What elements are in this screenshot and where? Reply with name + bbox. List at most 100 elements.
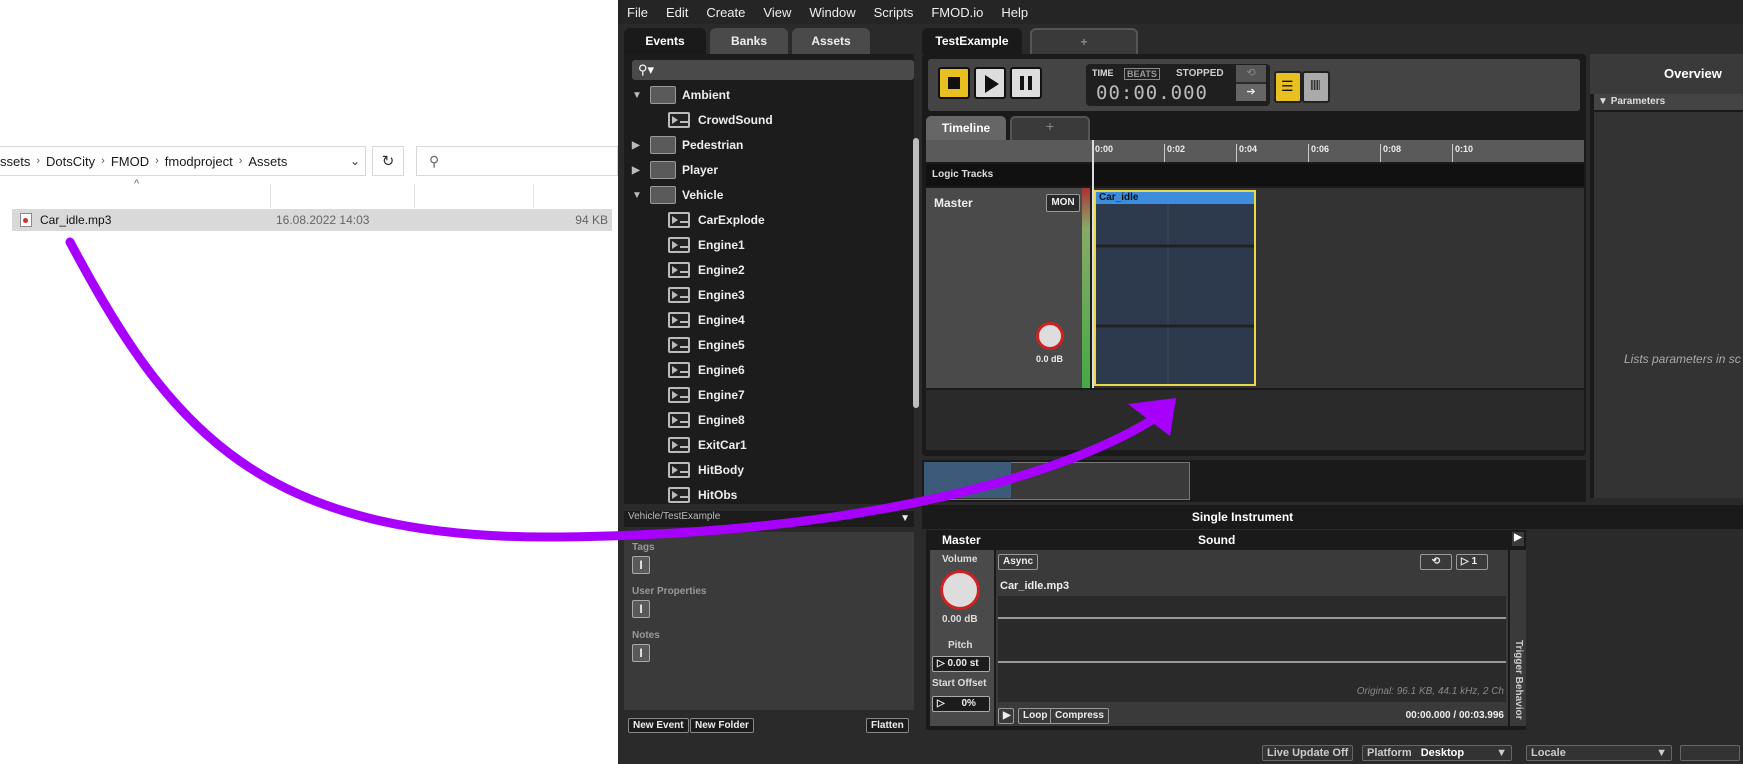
async-button[interactable]: Async	[998, 554, 1039, 570]
triangle-right-icon[interactable]: ▶	[632, 165, 642, 176]
user-properties-edit-button[interactable]: I	[632, 600, 650, 618]
tree-event[interactable]: Engine4	[624, 309, 914, 331]
preview-play-button[interactable]: ▶	[998, 708, 1014, 724]
new-tab-button[interactable]: +	[1030, 28, 1138, 54]
loop-button[interactable]: Loop	[1018, 708, 1053, 724]
tree-event[interactable]: Engine5	[624, 334, 914, 356]
new-folder-button[interactable]: New Folder	[690, 718, 754, 733]
master-track-header[interactable]: Master MON 0.0 dB	[926, 188, 1086, 388]
playhead[interactable]	[1092, 140, 1094, 388]
tree-event[interactable]: Engine3	[624, 284, 914, 306]
flatten-button[interactable]: Flatten	[866, 718, 909, 733]
triangle-right-icon[interactable]: ▶	[632, 140, 642, 151]
timeline-ruler[interactable]: 0:00 0:02 0:04 0:06 0:08 0:10	[926, 140, 1584, 162]
sort-up-icon[interactable]: ^	[134, 178, 139, 190]
tab-banks[interactable]: Banks	[710, 28, 788, 54]
timeline-minimap[interactable]	[922, 460, 1586, 502]
event-icon	[668, 387, 690, 403]
loop-playlist-button[interactable]: ⟲	[1420, 554, 1452, 570]
play-button[interactable]	[974, 67, 1006, 99]
tree-event[interactable]: Engine6	[624, 359, 914, 381]
volume-knob[interactable]	[1036, 322, 1064, 350]
time-mode-button[interactable]: TIME	[1092, 68, 1114, 78]
tree-item-label: HitBody	[698, 463, 744, 477]
tree-event[interactable]: HitObs	[624, 484, 914, 506]
breadcrumb-item[interactable]: Assets	[242, 154, 293, 169]
column-divider[interactable]	[414, 184, 415, 208]
mixer-view-button[interactable]: ⦀⦀	[1302, 71, 1330, 103]
browser-scrollbar[interactable]	[913, 138, 919, 408]
tree-folder[interactable]: ▼ Ambient	[624, 84, 914, 106]
event-icon	[668, 262, 690, 278]
parameters-section[interactable]: ▼ Parameters	[1594, 94, 1743, 110]
tab-events[interactable]: Events	[624, 28, 706, 54]
tree-event[interactable]: Engine1	[624, 234, 914, 256]
instrument-volume-knob[interactable]	[940, 570, 980, 610]
breadcrumb-item[interactable]: FMOD	[105, 154, 155, 169]
status-extra-field[interactable]	[1680, 745, 1740, 761]
new-event-button[interactable]: New Event	[628, 718, 689, 733]
expand-right-icon[interactable]: ▶	[1512, 532, 1524, 546]
tree-event[interactable]: Engine7	[624, 384, 914, 406]
pause-button[interactable]	[1010, 67, 1042, 99]
loop-button[interactable]: ⟲	[1236, 65, 1266, 82]
tree-event[interactable]: Engine2	[624, 259, 914, 281]
menu-create[interactable]: Create	[697, 5, 754, 20]
sound-waveform[interactable]: Original: 96.1 KB, 44.1 kHz, 2 Ch	[998, 596, 1506, 702]
tab-timeline[interactable]: Timeline	[926, 116, 1006, 140]
locale-select[interactable]: Locale ▼	[1526, 745, 1672, 761]
chevron-down-icon[interactable]: ⌄	[344, 146, 366, 176]
trigger-behavior-drawer[interactable]: Trigger Behavior	[1510, 550, 1526, 726]
address-bar[interactable]: ssets › DotsCity › FMOD › fmodproject › …	[0, 146, 366, 176]
logic-tracks-row: Logic Tracks	[926, 164, 1584, 186]
start-offset-field[interactable]: ▷ 0%	[932, 696, 990, 712]
status-bar: Live Update Off Platform Desktop ▼ Local…	[618, 742, 1743, 764]
tree-event[interactable]: HitBody	[624, 459, 914, 481]
breadcrumb-item[interactable]: ssets	[0, 154, 36, 169]
menu-window[interactable]: Window	[800, 5, 864, 20]
tree-folder[interactable]: ▼ Vehicle	[624, 184, 914, 206]
collapse-icon[interactable]: ▼	[900, 513, 910, 524]
pitch-field[interactable]: ▷ 0.00 st	[932, 656, 990, 672]
triangle-down-icon[interactable]: ▼	[632, 190, 642, 201]
refresh-button[interactable]: ↻	[372, 146, 404, 176]
column-divider[interactable]	[270, 184, 271, 208]
compress-button[interactable]: Compress	[1050, 708, 1109, 724]
platform-select[interactable]: Platform Desktop ▼	[1362, 745, 1512, 761]
file-row[interactable]: Car_idle.mp3 16.08.2022 14:03 94 KB	[12, 209, 612, 231]
menu-scripts[interactable]: Scripts	[865, 5, 923, 20]
tree-folder[interactable]: ▶ Pedestrian	[624, 134, 914, 156]
beats-mode-button[interactable]: BEATS	[1124, 68, 1160, 80]
play-count-field[interactable]: ▷ 1	[1456, 554, 1488, 570]
notes-edit-button[interactable]: I	[632, 644, 650, 662]
menu-fmodio[interactable]: FMOD.io	[922, 5, 992, 20]
monitor-button[interactable]: MON	[1046, 194, 1080, 212]
tab-assets[interactable]: Assets	[792, 28, 870, 54]
menu-edit[interactable]: Edit	[657, 5, 697, 20]
breadcrumb-item[interactable]: fmodproject	[159, 154, 239, 169]
audio-clip[interactable]: Car_idle	[1094, 190, 1256, 386]
folder-icon	[650, 186, 676, 204]
tree-folder[interactable]: ▶ Player	[624, 159, 914, 181]
add-parameter-tab-button[interactable]: +	[1010, 116, 1090, 140]
search-input[interactable]: ⚲	[416, 146, 618, 176]
tree-event[interactable]: CrowdSound	[624, 109, 914, 131]
triangle-down-icon[interactable]: ▼	[632, 90, 642, 101]
follow-button[interactable]: ➔	[1236, 84, 1266, 101]
menu-file[interactable]: File	[618, 5, 657, 20]
tree-event[interactable]: ExitCar1	[624, 434, 914, 456]
stop-button[interactable]	[938, 67, 970, 99]
column-divider[interactable]	[533, 184, 534, 208]
browser-search-input[interactable]: ⚲▾	[632, 60, 914, 80]
tree-event[interactable]: CarExplode	[624, 209, 914, 231]
tags-edit-button[interactable]: I	[632, 556, 650, 574]
deck-view-button[interactable]: ☰	[1274, 71, 1302, 103]
menu-help[interactable]: Help	[992, 5, 1037, 20]
empty-track-area[interactable]	[926, 390, 1584, 450]
live-update-button[interactable]: Live Update Off	[1262, 745, 1354, 761]
tab-testexample[interactable]: TestExample	[922, 28, 1022, 54]
tree-item-label: ExitCar1	[698, 438, 747, 452]
menu-view[interactable]: View	[754, 5, 800, 20]
breadcrumb-item[interactable]: DotsCity	[40, 154, 101, 169]
tree-event[interactable]: Engine8	[624, 409, 914, 431]
